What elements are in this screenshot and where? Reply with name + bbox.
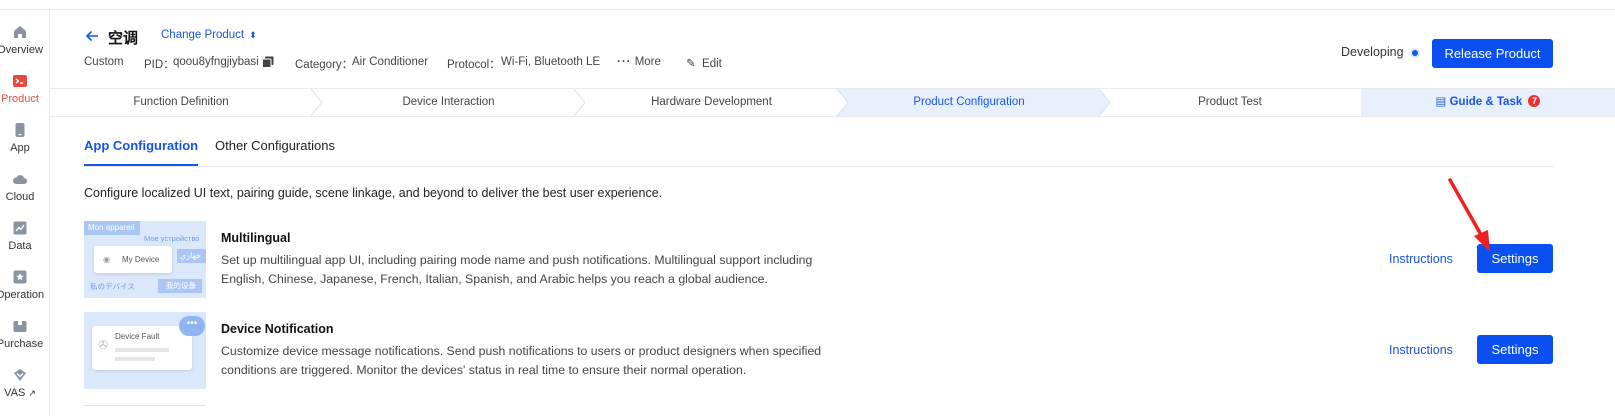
step-hardware-development[interactable]: Hardware Development xyxy=(585,89,838,116)
sidebar-item-label: Cloud xyxy=(5,191,35,203)
multilingual-description: Set up multilingual app UI, including pa… xyxy=(221,253,813,286)
chat-bubble-icon: ••• xyxy=(179,316,205,336)
sidebar-item-data[interactable]: Data xyxy=(0,218,50,264)
sidebar-item-purchase[interactable]: Purchase xyxy=(0,316,50,362)
sidebar-item-label: Data xyxy=(8,240,32,252)
cloud-icon xyxy=(12,175,27,184)
step-product-configuration[interactable]: Product Configuration xyxy=(838,89,1100,116)
multilingual-thumbnail: Mon appareil Мое устройство ◉ My Device … xyxy=(84,221,206,298)
guide-badge: 7 xyxy=(1528,95,1541,107)
tab-other-configurations[interactable]: Other Configurations xyxy=(215,138,335,166)
device-notification-instructions-link[interactable]: Instructions xyxy=(1389,343,1453,357)
config-tabs: App Configuration Other Configurations xyxy=(84,134,1554,167)
step-function-definition[interactable]: Function Definition xyxy=(50,89,312,116)
sidebar-item-label: Product xyxy=(1,93,39,105)
device-notification-title: Device Notification xyxy=(221,322,334,336)
sidebar-item-overview[interactable]: Overview xyxy=(0,22,50,68)
home-icon xyxy=(14,26,26,38)
status-text: Developing xyxy=(1341,45,1404,59)
annotation-arrow-icon xyxy=(1448,178,1490,252)
status-dot-icon xyxy=(1412,50,1418,56)
sidebar-item-label: Overview xyxy=(0,44,43,56)
product-type: Custom xyxy=(84,56,124,68)
more-button[interactable]: ··· More xyxy=(617,56,661,68)
sidebar-item-product[interactable]: Product xyxy=(0,71,50,117)
sidebar-item-cloud[interactable]: Cloud xyxy=(0,169,50,215)
pencil-icon: ✎ xyxy=(686,58,696,70)
chart-icon xyxy=(13,221,27,235)
sidebar-item-label: Operation xyxy=(0,289,45,301)
change-product-button[interactable]: Change Product ⬍ xyxy=(161,29,257,41)
step-device-interaction[interactable]: Device Interaction xyxy=(322,89,575,116)
progress-steps: Function Definition Device Interaction H… xyxy=(50,88,1615,117)
ellipsis-icon: ··· xyxy=(617,56,632,68)
release-product-button[interactable]: Release Product xyxy=(1432,39,1553,68)
phone-icon xyxy=(15,123,25,137)
step-separator xyxy=(836,89,849,116)
multilingual-title: Multilingual xyxy=(221,231,291,245)
tab-app-configuration[interactable]: App Configuration xyxy=(84,138,199,166)
external-link-icon: ↗ xyxy=(28,388,36,398)
step-product-test[interactable]: Product Test xyxy=(1112,89,1348,116)
category-label: Category： xyxy=(295,59,354,71)
sidebar-item-label: Purchase xyxy=(0,338,44,350)
top-bar xyxy=(0,0,1615,10)
copy-icon[interactable] xyxy=(262,56,274,68)
intro-text: Configure localized UI text, pairing gui… xyxy=(84,186,663,200)
product-title: 空调 xyxy=(108,29,139,47)
sidebar: Overview Product App Cloud Data Operatio… xyxy=(0,10,50,416)
next-card-peek xyxy=(84,405,206,416)
category-value: Air Conditioner xyxy=(352,56,429,68)
main-content: 空调 Change Product ⬍ Custom PID： qoou8yfng… xyxy=(50,10,1615,416)
protocol-label: Protocol： xyxy=(447,59,501,71)
list-icon: ▤ xyxy=(1435,96,1447,108)
star-icon xyxy=(13,270,27,284)
sidebar-item-operation[interactable]: Operation xyxy=(0,267,50,313)
terminal-icon xyxy=(13,75,27,87)
device-notification-thumbnail: ✇ Device Fault ••• xyxy=(84,312,206,389)
sidebar-item-label: App xyxy=(10,142,30,154)
box-icon xyxy=(13,321,27,332)
step-separator xyxy=(1098,89,1111,116)
sort-caret-icon: ⬍ xyxy=(249,30,257,40)
chevron-icon xyxy=(14,369,26,381)
device-notification-description: Customize device message notifications. … xyxy=(221,344,822,377)
pid-value: qoou8yfngjiybasi xyxy=(173,56,259,68)
bulb-icon: ◉ xyxy=(103,255,110,264)
back-arrow-icon[interactable] xyxy=(84,28,100,44)
sidebar-item-vas[interactable]: VAS ↗ xyxy=(0,365,50,411)
guide-task-button[interactable]: ▤ Guide & Task 7 xyxy=(1361,89,1615,116)
device-notification-settings-button[interactable]: Settings xyxy=(1477,335,1553,364)
edit-button[interactable]: ✎ Edit xyxy=(686,56,722,70)
protocol-value: Wi-Fi, Bluetooth LE xyxy=(501,56,601,68)
sidebar-item-app[interactable]: App xyxy=(0,120,50,166)
fan-icon: ✇ xyxy=(98,338,109,352)
pid-label: PID： xyxy=(144,59,175,71)
sidebar-item-label: VAS ↗ xyxy=(4,387,36,399)
